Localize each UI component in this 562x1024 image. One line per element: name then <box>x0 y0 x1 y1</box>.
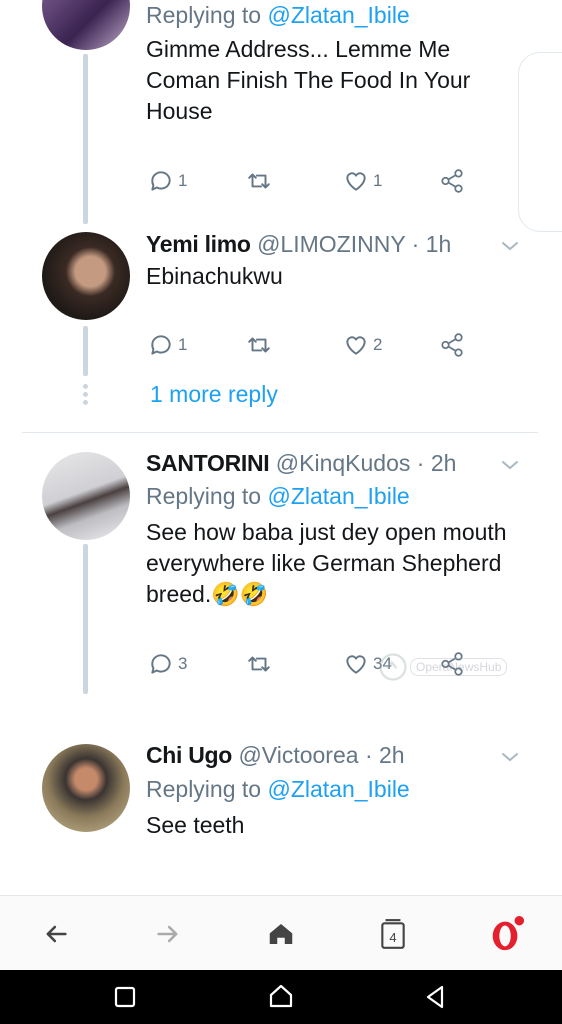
arrow-left-icon <box>46 925 67 943</box>
tab-count: 4 <box>389 929 397 945</box>
thread-line <box>83 54 88 224</box>
handle-time[interactable]: @LIMOZINNY · 1h <box>257 231 451 257</box>
side-panel-edge <box>518 52 562 232</box>
chevron-down-icon[interactable] <box>500 455 520 475</box>
retweet-icon <box>248 173 270 189</box>
tweet-header: Chi Ugo @Victoorea · 2h <box>146 742 405 769</box>
home-circle-icon[interactable] <box>266 982 296 1012</box>
tweet-text: Ebinachukwu <box>146 263 283 289</box>
heart-icon <box>346 655 366 674</box>
reply-button[interactable]: 1 <box>148 167 187 195</box>
retweet-button[interactable] <box>246 650 272 678</box>
like-button[interactable]: 2 <box>343 331 382 359</box>
reply-button[interactable]: 1 <box>148 331 187 359</box>
handle-time[interactable]: @KinqKudos · 2h <box>276 450 457 476</box>
back-triangle-icon[interactable] <box>420 982 450 1012</box>
reply-count: 1 <box>178 171 188 190</box>
opera-menu-button[interactable] <box>486 914 526 954</box>
avatar-tweet4[interactable] <box>42 744 130 832</box>
avatar-tweet2[interactable] <box>42 232 130 320</box>
heart-icon <box>346 336 366 355</box>
system-nav-bar <box>0 970 562 1024</box>
replying-to: Replying to @Zlatan_Ibile <box>146 776 410 803</box>
like-button[interactable]: 1 <box>343 167 382 195</box>
retweet-button[interactable] <box>246 331 272 359</box>
home-button[interactable] <box>261 914 301 954</box>
replying-to-label: Replying to <box>146 483 268 509</box>
share-icon <box>441 333 463 357</box>
home-icon <box>269 924 293 944</box>
reply-icon <box>151 654 171 674</box>
share-icon <box>441 169 463 193</box>
display-name[interactable]: Yemi limo <box>146 231 251 257</box>
retweet-icon <box>248 656 270 672</box>
heart-icon <box>346 172 366 191</box>
tweet-header: Yemi limo @LIMOZINNY · 1h <box>146 231 451 258</box>
handle-time[interactable]: @Victoorea · 2h <box>238 742 404 768</box>
replying-to: Replying to @Zlatan_Ibile <box>146 2 410 29</box>
browser-bottom-bar: 4 <box>0 895 562 971</box>
avatar-tweet1[interactable] <box>42 0 130 50</box>
retweet-icon <box>248 337 270 353</box>
reply-icon <box>151 171 171 191</box>
avatar-tweet3[interactable] <box>42 452 130 540</box>
thread-dots <box>83 384 88 405</box>
display-name[interactable]: SANTORINI <box>146 450 270 476</box>
replying-to-label: Replying to <box>146 776 268 802</box>
thread-line <box>83 326 88 376</box>
watermark-logo-icon <box>379 653 407 681</box>
back-button[interactable] <box>36 914 76 954</box>
reply-count: 1 <box>178 335 188 354</box>
more-replies-link[interactable]: 1 more reply <box>150 381 278 408</box>
share-button[interactable] <box>439 167 465 195</box>
chevron-down-icon[interactable] <box>500 747 520 767</box>
watermark-text: OperaNewsHub <box>410 658 508 676</box>
tweet-text-content: See how baba just dey open mouth everywh… <box>146 519 507 607</box>
like-count: 2 <box>373 335 383 354</box>
divider <box>22 432 538 433</box>
like-count: 1 <box>373 171 383 190</box>
watermark: OperaNewsHub <box>376 650 508 684</box>
reply-button[interactable]: 3 <box>148 650 187 678</box>
tweet-text: See teeth <box>146 812 245 838</box>
recent-apps-icon[interactable] <box>110 982 140 1012</box>
share-button[interactable] <box>439 331 465 359</box>
tweet-text: See how baba just dey open mouth everywh… <box>146 517 526 610</box>
replying-to-label: Replying to <box>146 2 268 28</box>
tweet-text: Gimme Address... Lemme Me Coman Finish T… <box>146 36 471 124</box>
display-name[interactable]: Chi Ugo <box>146 742 232 768</box>
emoji: 🤣🤣 <box>211 581 269 607</box>
replying-to-handle[interactable]: @Zlatan_Ibile <box>267 483 409 509</box>
replying-to: Replying to @Zlatan_Ibile <box>146 483 410 510</box>
thread-line <box>83 544 88 694</box>
tweet-header: SANTORINI @KinqKudos · 2h <box>146 450 456 477</box>
retweet-button[interactable] <box>246 167 272 195</box>
replying-to-handle[interactable]: @Zlatan_Ibile <box>267 776 409 802</box>
forward-button[interactable] <box>148 914 188 954</box>
opera-logo-icon <box>492 915 525 951</box>
arrow-right-icon <box>157 925 178 943</box>
reply-icon <box>151 335 171 355</box>
replying-to-handle[interactable]: @Zlatan_Ibile <box>267 2 409 28</box>
reply-count: 3 <box>178 654 188 673</box>
tabs-button[interactable]: 4 <box>373 914 413 954</box>
chevron-down-icon[interactable] <box>500 236 520 256</box>
